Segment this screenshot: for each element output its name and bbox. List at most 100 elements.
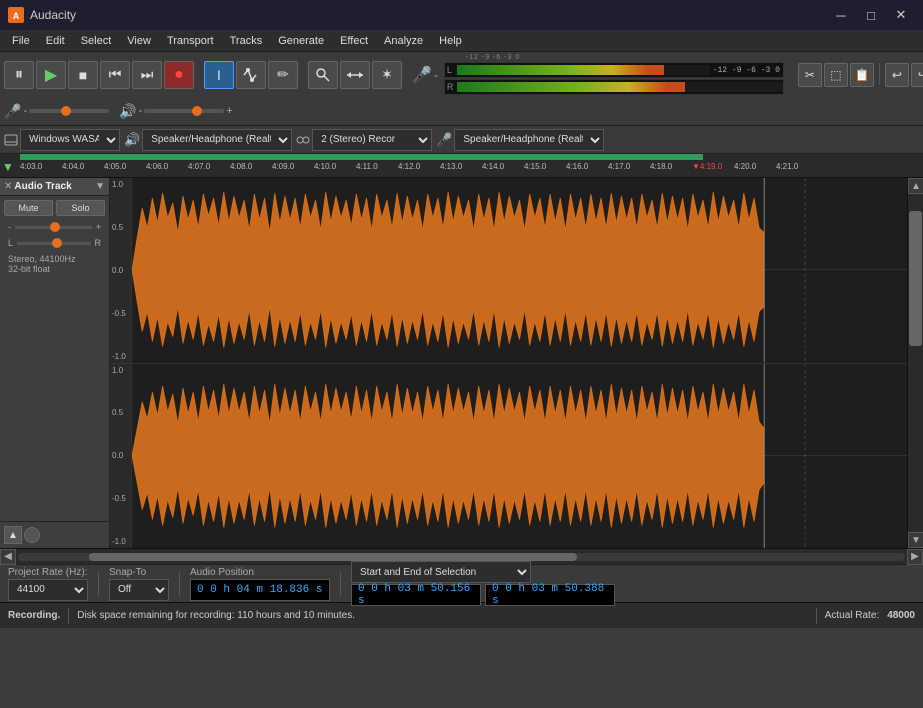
menu-tracks[interactable]: Tracks (222, 30, 271, 51)
mic-icon: 🎤 (412, 65, 432, 85)
selection-type-select[interactable]: Start and End of Selection (351, 561, 531, 583)
snap-to-select[interactable]: Off (109, 579, 169, 601)
track-info-text: Stereo, 44100Hz32-bit float (8, 254, 101, 274)
selection-tool-button[interactable]: I (204, 61, 234, 89)
pan-slider[interactable] (17, 242, 90, 245)
device-bar: Windows WASA 🔊 Speaker/Headphone (Realt … (0, 126, 923, 154)
marker-18: 4:21.0 (776, 162, 798, 171)
vol-thumb[interactable] (50, 222, 60, 232)
menu-generate[interactable]: Generate (270, 30, 332, 51)
hscroll-thumb[interactable] (89, 553, 577, 561)
menu-edit[interactable]: Edit (38, 30, 73, 51)
scale-1-bot: -1.0 (112, 352, 129, 361)
multi-tool-button[interactable]: ✶ (372, 61, 402, 89)
track-close-button[interactable]: ✕ (4, 181, 12, 192)
cut-button[interactable]: ✂ (798, 63, 822, 87)
zoom-tool-button[interactable] (308, 61, 338, 89)
edit-tools: I ✏ (204, 61, 298, 89)
mic-vol-icon: 🎤 (4, 103, 21, 120)
redo-button[interactable]: ↪ (911, 63, 923, 87)
play-button[interactable]: ▶ (36, 61, 66, 89)
snap-to-label: Snap-To (109, 567, 169, 578)
record-button[interactable]: ● (164, 61, 194, 89)
meter-row-1: L -12 -9 -6 -3 0 (444, 62, 784, 78)
mute-solo-area: Mute Solo (0, 196, 109, 220)
channels-select[interactable]: 2 (Stereo) Recor (312, 129, 432, 151)
waveform-svg-2 (132, 364, 907, 549)
timeline-dropdown[interactable]: ▼ (2, 160, 14, 174)
mute-button[interactable]: Mute (4, 200, 53, 216)
scale-1-mid: 0.5 (112, 223, 129, 232)
pause-button[interactable]: ⏸ (4, 61, 34, 89)
next-button[interactable]: ⏭ (132, 61, 162, 89)
mic-volume-slider[interactable] (29, 109, 109, 113)
waveform-channel-1[interactable]: 1.0 0.5 0.0 -0.5 -1.0 (110, 178, 907, 364)
menu-bar: File Edit Select View Transport Tracks G… (0, 30, 923, 52)
marker-4: 4:07.0 (188, 162, 210, 171)
minimize-button[interactable]: ─ (827, 5, 855, 25)
bottom-sep-2 (179, 572, 180, 596)
sep-5 (879, 63, 880, 85)
paste-button[interactable]: 📋 (850, 63, 874, 87)
project-rate-select[interactable]: 44100 (8, 579, 88, 601)
menu-effect[interactable]: Effect (332, 30, 376, 51)
scale-2-bot: -1.0 (112, 537, 129, 546)
selection-start-display[interactable]: 0 0 h 03 m 50.156 s (351, 584, 481, 606)
hscroll-right-button[interactable]: ▶ (907, 549, 923, 565)
input-select[interactable]: Speaker/Headphone (Realt (454, 129, 604, 151)
speaker-volume-thumb[interactable] (192, 106, 202, 116)
host-select[interactable]: Windows WASA (20, 129, 120, 151)
envelope-tool-button[interactable] (236, 61, 266, 89)
meter-fill-R (457, 82, 685, 92)
track-header-left: ✕ Audio Track (4, 181, 72, 192)
track-color-indicator[interactable] (24, 527, 40, 543)
volume-control: - + (0, 220, 109, 236)
output-select[interactable]: Speaker/Headphone (Realt (142, 129, 292, 151)
vscroll-thumb[interactable] (909, 211, 922, 346)
track-expand-button[interactable]: ▲ (4, 526, 22, 544)
solo-button[interactable]: Solo (56, 200, 105, 216)
marker-11: 4:14.0 (482, 162, 504, 171)
copy-button[interactable]: ⬚ (824, 63, 848, 87)
menu-select[interactable]: Select (73, 30, 120, 51)
vertical-scrollbar: ▲ ▼ (907, 178, 923, 548)
track-name: Audio Track (14, 181, 71, 192)
selection-range-area: Start and End of Selection 0 0 h 03 m 50… (351, 561, 615, 606)
audio-position-area: Audio Position 0 0 h 04 m 18.836 s (190, 567, 330, 601)
menu-transport[interactable]: Transport (159, 30, 222, 51)
status-text: Recording. (8, 610, 60, 621)
vscroll-up-button[interactable]: ▲ (908, 178, 923, 194)
host-icon (4, 133, 18, 147)
timeline[interactable]: ▼ 4:03.0 4:04.0 4:05.0 4:06.0 4:07.0 4:0… (0, 154, 923, 178)
track-controls: ✕ Audio Track ▼ Mute Solo - + L (0, 178, 110, 548)
maximize-button[interactable]: □ (857, 5, 885, 25)
menu-view[interactable]: View (119, 30, 159, 51)
pencil-tool-button[interactable]: ✏ (268, 61, 298, 89)
timeshift-tool-button[interactable] (340, 61, 370, 89)
stop-button[interactable]: ■ (68, 61, 98, 89)
project-rate-label: Project Rate (Hz): (8, 567, 88, 578)
pan-thumb[interactable] (52, 238, 62, 248)
mic-volume-thumb[interactable] (61, 106, 71, 116)
marker-flag: ▼4:19.0 (692, 162, 722, 171)
selection-end-display[interactable]: 0 0 h 03 m 50.388 s (485, 584, 615, 606)
prev-button[interactable]: ⏮ (100, 61, 130, 89)
undo-button[interactable]: ↩ (885, 63, 909, 87)
menu-analyze[interactable]: Analyze (376, 30, 431, 51)
hscroll-track[interactable] (18, 553, 905, 561)
menu-file[interactable]: File (4, 30, 38, 51)
audio-position-display[interactable]: 0 0 h 04 m 18.836 s (190, 579, 330, 601)
vscroll-down-button[interactable]: ▼ (908, 532, 923, 548)
bottom-sep-1 (98, 572, 99, 596)
vol-labels: - + (8, 222, 101, 232)
track-menu-button[interactable]: ▼ (95, 181, 105, 192)
vscroll-track[interactable] (908, 194, 923, 532)
scale-2-mid: 0.5 (112, 408, 129, 417)
hscroll-left-button[interactable]: ◀ (0, 549, 16, 565)
vol-slider[interactable] (15, 226, 92, 229)
waveform-channel-2[interactable]: 1.0 0.5 0.0 -0.5 -1.0 (110, 364, 907, 549)
close-button[interactable]: ✕ (887, 5, 915, 25)
speaker-volume-slider[interactable] (144, 109, 224, 113)
menu-help[interactable]: Help (431, 30, 470, 51)
title-bar-controls: ─ □ ✕ (827, 5, 915, 25)
